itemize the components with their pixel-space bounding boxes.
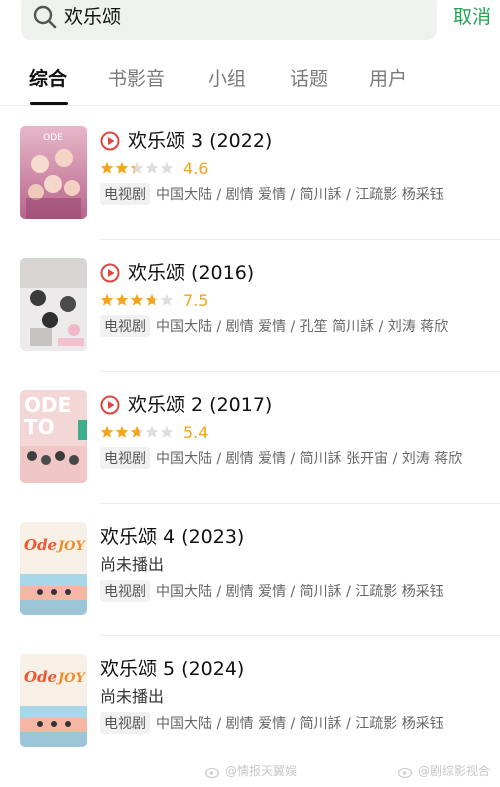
watermark-left: @情报天翼娱 (205, 762, 297, 779)
not-yet-aired-label: 尚未播出 (100, 555, 165, 574)
weibo-icon (398, 767, 413, 778)
result-title: 欢乐颂 3 (2022) (128, 130, 273, 152)
svg-text:JOY: JOY (55, 671, 86, 686)
svg-text:ODE: ODE (43, 133, 63, 143)
search-input[interactable]: 欢乐颂 (64, 5, 121, 29)
type-badge: 电视剧 (100, 712, 150, 734)
star-icon (115, 293, 129, 306)
star-rating (100, 161, 175, 175)
star-icon (160, 161, 174, 174)
star-icon (115, 161, 129, 174)
result-meta: 中国大陆 / 剧情 爱情 / 简川訸 / 江疏影 杨采钰 (156, 716, 444, 732)
tab-books-movies-music[interactable]: 书影音 (108, 66, 165, 92)
cancel-button[interactable]: 取消 (453, 4, 491, 30)
result-item[interactable]: ODE 欢乐颂 3 (2022) 4.6 电视剧 中国大陆 / 剧情 爱情 / … (0, 108, 500, 240)
poster-image: Ode JOY (20, 654, 87, 747)
star-icon (145, 161, 159, 174)
result-title: 欢乐颂 (2016) (128, 262, 255, 284)
result-meta-row: 电视剧 中国大陆 / 剧情 爱情 / 简川訸 / 江疏影 杨采钰 (100, 712, 444, 734)
category-tabs: 综合 书影音 小组 话题 用户 (0, 62, 500, 106)
result-meta: 中国大陆 / 剧情 爱情 / 简川訸 张开宙 / 刘涛 蒋欣 (156, 451, 463, 467)
tab-general[interactable]: 综合 (29, 66, 67, 92)
result-title: 欢乐颂 2 (2017) (128, 394, 273, 416)
star-icon (130, 293, 144, 306)
star-icon (145, 293, 159, 306)
result-meta: 中国大陆 / 剧情 爱情 / 孔笙 简川訸 / 刘涛 蒋欣 (156, 319, 449, 335)
tab-topics[interactable]: 话题 (290, 66, 328, 92)
not-yet-aired-label: 尚未播出 (100, 687, 165, 706)
result-meta: 中国大陆 / 剧情 爱情 / 简川訸 / 江疏影 杨采钰 (156, 187, 444, 203)
tab-groups[interactable]: 小组 (208, 66, 246, 92)
tabs-divider (0, 105, 500, 106)
result-meta-row: 电视剧 中国大陆 / 剧情 爱情 / 孔笙 简川訸 / 刘涛 蒋欣 (100, 315, 448, 337)
poster-image: Ode JOY (20, 522, 87, 615)
result-item[interactable]: ODE TO 欢乐颂 2 (2017) 5.4 电视剧 中国大陆 / 剧情 爱情… (0, 372, 500, 504)
svg-text:Ode: Ode (24, 536, 57, 554)
watermark-text: @剧综影视合 (418, 764, 491, 778)
star-icon (115, 425, 129, 438)
rating-row: 7.5 (100, 289, 208, 311)
rating-score: 5.4 (183, 422, 209, 442)
result-title-row: 欢乐颂 (2016) (100, 260, 254, 286)
type-badge: 电视剧 (100, 315, 150, 337)
search-bar: 欢乐颂 取消 (0, 0, 500, 40)
result-item[interactable]: Ode JOY 欢乐颂 5 (2024) 尚未播出 电视剧 中国大陆 / 剧情 … (0, 636, 500, 768)
star-icon (130, 425, 144, 438)
search-icon (33, 5, 57, 29)
result-title-row: 欢乐颂 5 (2024) (100, 656, 244, 682)
poster-image: ODE TO (20, 390, 87, 483)
star-icon (160, 425, 174, 438)
star-icon (100, 425, 114, 438)
star-icon (145, 425, 159, 438)
result-title: 欢乐颂 5 (2024) (100, 658, 245, 680)
type-badge: 电视剧 (100, 183, 150, 205)
weibo-icon (205, 767, 220, 778)
svg-text:JOY: JOY (55, 539, 86, 554)
result-title-row: 欢乐颂 2 (2017) (100, 392, 272, 418)
watermark-right: @剧综影视合 (398, 762, 490, 779)
result-meta-row: 电视剧 中国大陆 / 剧情 爱情 / 简川訸 张开宙 / 刘涛 蒋欣 (100, 447, 462, 469)
watermark-text: @情报天翼娱 (225, 764, 298, 778)
result-meta-row: 电视剧 中国大陆 / 剧情 爱情 / 简川訸 / 江疏影 杨采钰 (100, 183, 444, 205)
star-rating (100, 425, 175, 439)
star-rating (100, 293, 175, 307)
play-icon[interactable] (100, 395, 120, 415)
rating-row: 4.6 (100, 157, 208, 179)
tab-users[interactable]: 用户 (369, 66, 407, 92)
result-title-row: 欢乐颂 4 (2023) (100, 524, 244, 550)
rating-score: 4.6 (183, 158, 209, 178)
result-title: 欢乐颂 4 (2023) (100, 526, 245, 548)
star-icon (100, 293, 114, 306)
result-item[interactable]: 欢乐颂 (2016) 7.5 电视剧 中国大陆 / 剧情 爱情 / 孔笙 简川訸… (0, 240, 500, 372)
svg-text:Ode: Ode (24, 668, 57, 686)
rating-row: 5.4 (100, 421, 208, 443)
play-icon[interactable] (100, 263, 120, 283)
rating-score: 7.5 (183, 290, 209, 310)
svg-text:TO: TO (24, 415, 55, 439)
result-meta-row: 电视剧 中国大陆 / 剧情 爱情 / 简川訸 / 江疏影 杨采钰 (100, 580, 444, 602)
star-icon (100, 161, 114, 174)
result-title-row: 欢乐颂 3 (2022) (100, 128, 272, 154)
result-item[interactable]: Ode JOY 欢乐颂 4 (2023) 尚未播出 电视剧 中国大陆 / 剧情 … (0, 504, 500, 636)
star-icon (160, 293, 174, 306)
star-icon (130, 161, 144, 174)
result-meta: 中国大陆 / 剧情 爱情 / 简川訸 / 江疏影 杨采钰 (156, 584, 444, 600)
type-badge: 电视剧 (100, 580, 150, 602)
svg-text:ODE: ODE (24, 393, 71, 417)
play-icon[interactable] (100, 131, 120, 151)
poster-image: ODE (20, 126, 87, 219)
type-badge: 电视剧 (100, 447, 150, 469)
poster-image (20, 258, 87, 351)
